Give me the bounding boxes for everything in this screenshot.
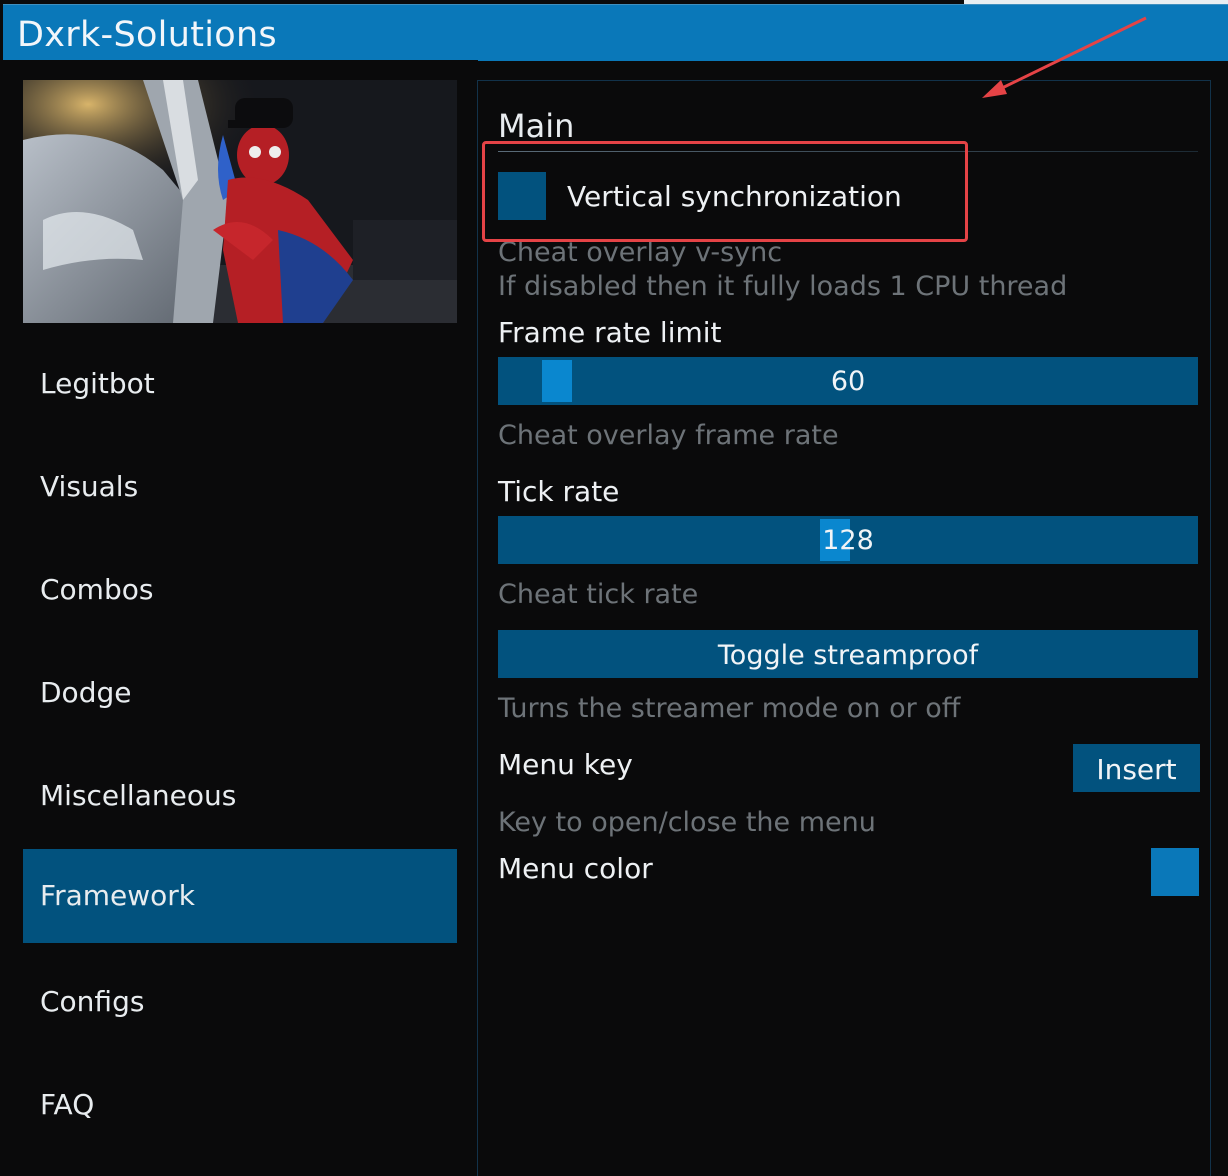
toggle-streamproof-button[interactable]: Toggle streamproof	[498, 630, 1198, 678]
vsync-description-2: If disabled then it fully loads 1 CPU th…	[498, 271, 1068, 302]
window-title: Dxrk-Solutions	[17, 15, 277, 55]
tick-rate-value: 128	[822, 525, 874, 556]
sidebar-item-faq[interactable]: FAQ	[23, 1058, 457, 1152]
sidebar-item-configs[interactable]: Configs	[23, 955, 457, 1049]
menu-color-swatch[interactable]	[1151, 848, 1199, 896]
frame-rate-label: Frame rate limit	[498, 316, 722, 349]
sidebar: Legitbot Visuals Combos Dodge Miscellane…	[0, 60, 478, 1176]
menu-key-button[interactable]: Insert	[1073, 744, 1200, 792]
sidebar-item-label: FAQ	[40, 1088, 95, 1121]
sidebar-item-label: Configs	[40, 985, 145, 1018]
title-bar[interactable]: Dxrk-Solutions	[3, 4, 1228, 61]
frame-rate-value: 60	[830, 366, 866, 397]
sidebar-item-combos[interactable]: Combos	[23, 543, 457, 637]
sidebar-item-label: Combos	[40, 573, 154, 606]
section-title: Main	[498, 107, 575, 145]
vsync-description: Cheat overlay v-sync	[498, 237, 783, 268]
sidebar-item-visuals[interactable]: Visuals	[23, 440, 457, 534]
sidebar-item-label: Framework	[40, 879, 195, 912]
menu-key-label: Menu key	[498, 748, 633, 781]
settings-panel: Main Vertical synchronization Cheat over…	[477, 80, 1211, 1176]
sidebar-item-label: Dodge	[40, 676, 132, 709]
sidebar-item-label: Visuals	[40, 470, 139, 503]
sidebar-item-label: Legitbot	[40, 367, 155, 400]
sidebar-item-label: Miscellaneous	[40, 779, 237, 812]
frame-rate-slider[interactable]: 60	[498, 357, 1198, 405]
app-window: Dxrk-Solutions Legitbot Visuals Combos D…	[0, 0, 1228, 1176]
tick-rate-description: Cheat tick rate	[498, 579, 699, 610]
frame-rate-description: Cheat overlay frame rate	[498, 420, 839, 451]
banner-photo	[23, 80, 457, 323]
tick-rate-slider[interactable]: 128	[498, 516, 1198, 564]
sidebar-item-framework[interactable]: Framework	[23, 849, 457, 943]
sidebar-item-miscellaneous[interactable]: Miscellaneous	[23, 749, 457, 843]
banner-image	[23, 80, 457, 323]
menu-key-description: Key to open/close the menu	[498, 807, 876, 838]
menu-color-label: Menu color	[498, 852, 653, 885]
sidebar-item-dodge[interactable]: Dodge	[23, 646, 457, 740]
vsync-label[interactable]: Vertical synchronization	[567, 180, 902, 213]
streamproof-description: Turns the streamer mode on or off	[498, 693, 961, 724]
sidebar-item-legitbot[interactable]: Legitbot	[23, 337, 457, 431]
section-divider	[498, 151, 1198, 152]
vsync-checkbox[interactable]	[498, 172, 546, 220]
tick-rate-label: Tick rate	[498, 475, 620, 508]
